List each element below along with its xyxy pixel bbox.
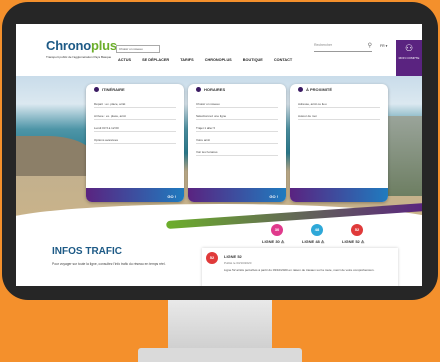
- date-time-field[interactable]: Lundi 03 ▾ à 12:00: [94, 125, 176, 132]
- language-select[interactable]: FR ▾: [380, 44, 387, 48]
- itinerary-go-button[interactable]: GO !: [167, 194, 176, 199]
- itinerary-title: ITINÉRAIRE: [86, 84, 184, 96]
- clock-icon: [196, 87, 201, 93]
- nearby-footer: [290, 188, 388, 202]
- hero-cliff-left: [16, 136, 96, 176]
- timetable-view-link[interactable]: Voir les horaires: [196, 149, 278, 156]
- nearby-address-field[interactable]: Adresse, arrêt ou lieu: [298, 101, 380, 108]
- search-icon[interactable]: ⚲: [368, 42, 372, 49]
- nearby-card: À PROXIMITÉ Adresse, arrêt ou lieu Autou…: [290, 84, 388, 202]
- nav-item-actus[interactable]: ACTUS: [118, 58, 131, 62]
- alert-line-badge: 52: [206, 252, 218, 264]
- advanced-options-link[interactable]: Options avancées: [94, 137, 176, 144]
- site-tagline: Transport public de l'agglomération Pays…: [46, 55, 112, 59]
- line-48-label[interactable]: LIGNE 48 ⚠: [302, 239, 324, 244]
- alert-title: LIGNE 52: [224, 254, 242, 259]
- account-button[interactable]: ⚇ MON COMPTE: [396, 40, 422, 76]
- departure-field[interactable]: Départ : ex. place, arrêt: [94, 101, 176, 108]
- traffic-title: INFOS TRAFIC: [52, 246, 122, 257]
- nav-item-boutique[interactable]: BOUTIQUE: [243, 58, 263, 62]
- nearby-title: À PROXIMITÉ: [290, 84, 388, 96]
- line-30-label[interactable]: LIGNE 30 ⚠: [262, 239, 284, 244]
- timetable-stop-select[interactable]: Votre arrêt: [196, 137, 278, 144]
- traffic-text: Pour voyager sur toute la ligne, consult…: [52, 262, 166, 266]
- nearby-geolocate-link[interactable]: Autour de moi: [298, 113, 380, 120]
- alert-body: Ligne 52 arrêts perturbés à partir du 03…: [224, 268, 375, 272]
- timetable-footer: GO !: [188, 188, 286, 202]
- line-48-badge[interactable]: 48: [311, 224, 323, 236]
- line-30-badge[interactable]: 30: [271, 224, 283, 236]
- location-icon: [298, 87, 303, 93]
- timetable-line-select[interactable]: Sélectionnez une ligne: [196, 113, 278, 120]
- alert-date: Publié le 03/10/2020: [224, 261, 252, 265]
- main-nav: ACTUS SE DÉPLACER TARIFS CHRONOPLUS BOUT…: [118, 58, 302, 62]
- account-label: MON COMPTE: [398, 56, 420, 60]
- nav-item-tarifs[interactable]: TARIFS: [180, 58, 193, 62]
- traffic-alert-card[interactable]: 52 LIGNE 52 Publié le 03/10/2020 Ligne 5…: [202, 248, 398, 286]
- arrow-icon: [94, 87, 99, 93]
- timetable-title: HORAIRES: [188, 84, 286, 96]
- monitor-stand-base: [138, 348, 302, 362]
- browser-screen: Chronoplus Transport public de l'agglomé…: [16, 24, 422, 286]
- monitor-stand-neck: [168, 300, 272, 350]
- search-input[interactable]: Rechercher ⚲: [314, 43, 372, 52]
- site-logo[interactable]: Chronoplus: [46, 38, 117, 53]
- timetable-go-button[interactable]: GO !: [269, 194, 278, 199]
- nav-item-chronoplus[interactable]: CHRONOPLUS: [205, 58, 232, 62]
- line-52-label[interactable]: LIGNE 52 ⚠: [342, 239, 364, 244]
- nav-item-contact[interactable]: CONTACT: [274, 58, 292, 62]
- nav-item-deplacer[interactable]: SE DÉPLACER: [142, 58, 169, 62]
- timetable-card: HORAIRES Choisir un réseau Sélectionnez …: [188, 84, 286, 202]
- timetable-direction-select[interactable]: Trajet 1 aller ▾: [196, 125, 278, 132]
- itinerary-card: ITINÉRAIRE Départ : ex. place, arrêt Arr…: [86, 84, 184, 202]
- itinerary-footer: GO !: [86, 188, 184, 202]
- monitor-bezel: Chronoplus Transport public de l'agglomé…: [2, 2, 438, 300]
- site-header: Chronoplus Transport public de l'agglomé…: [16, 24, 422, 80]
- arrival-field[interactable]: Arrivée : ex. place, arrêt: [94, 113, 176, 120]
- timetable-network-select[interactable]: Choisir un réseau: [196, 101, 278, 108]
- network-select[interactable]: Choisir un réseau: [116, 45, 160, 53]
- line-52-badge[interactable]: 52: [351, 224, 363, 236]
- user-icon: ⚇: [404, 43, 414, 53]
